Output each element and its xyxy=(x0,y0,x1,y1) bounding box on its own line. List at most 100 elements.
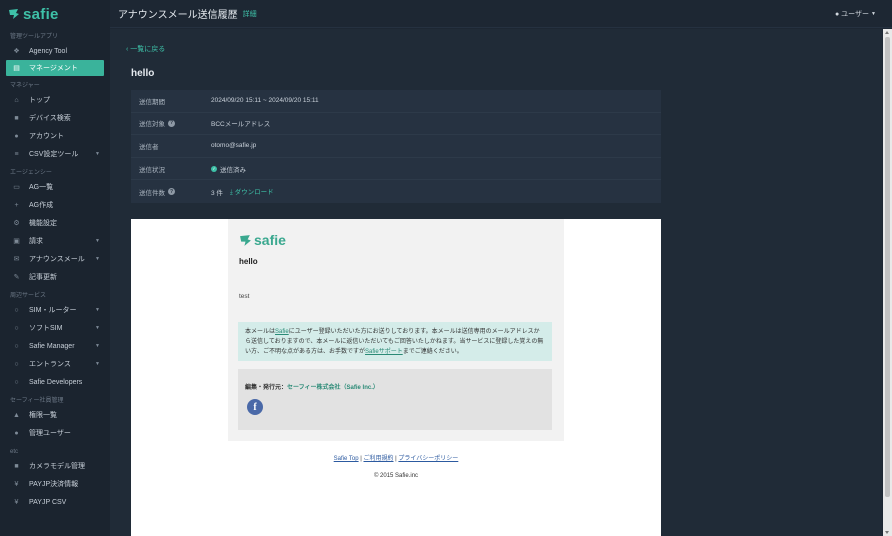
help-icon[interactable]: ? xyxy=(168,188,175,196)
edit-icon: ✎ xyxy=(13,274,20,281)
email-body-container: safie hello test 本メールはSafieにユーザー登録いただいた方… xyxy=(228,219,564,441)
sidebar-section-title: etc xyxy=(10,449,19,455)
sidebar-nav: 管理ツールアプリ ❖ Agency Tool ▤ マネージメント マネジャー ⌂ トップ ■ デバ… xyxy=(0,32,110,511)
circle-icon: ○ xyxy=(14,342,19,350)
sidebar-item-label: 記事更新 xyxy=(29,274,57,281)
back-link-label: 一覧に戻る xyxy=(130,46,166,53)
sidebar-item-label: ソフトSIM xyxy=(29,325,63,332)
sidebar-item[interactable]: ○ エントランス ▼ xyxy=(0,355,110,373)
grid-icon: ❖ xyxy=(13,48,20,55)
camera-icon: ■ xyxy=(14,462,19,470)
download-link[interactable]: ⤓ ダウンロード xyxy=(230,186,274,197)
mail-icon: ✉ xyxy=(13,256,20,263)
terms-link[interactable]: ご利用規約 xyxy=(364,456,394,462)
publisher-name: セーフィー株式会社（Safie Inc.） xyxy=(287,385,379,391)
sidebar-item[interactable]: ⌂ トップ xyxy=(0,91,110,109)
from-label: 送信者 xyxy=(139,143,159,151)
back-link[interactable]: ‹ 一覧に戻る xyxy=(126,44,165,54)
sidebar-item-label: カメラモデル管理 xyxy=(29,463,85,470)
sidebar-item-label: デバイス検索 xyxy=(29,115,71,122)
chevron-down-icon: ▼ xyxy=(95,256,100,262)
status-value: 送信済み xyxy=(220,166,246,174)
sidebar-item[interactable]: + AG作成 xyxy=(0,196,110,214)
sidebar-item[interactable]: ✉ アナウンスメール ▼ xyxy=(0,250,110,268)
sidebar-item-label: 権限一覧 xyxy=(29,412,57,419)
sidebar-item[interactable]: ○ ソフトSIM ▼ xyxy=(0,319,110,337)
sidebar-section-title: エージェンシー xyxy=(10,170,52,176)
sidebar-item-label: PAYJP決済情報 xyxy=(29,481,79,488)
scroll-down-arrow-icon[interactable] xyxy=(885,531,889,534)
info-table: 送信期間 2024/09/20 15:11 ~ 2024/09/20 15:11… xyxy=(131,90,661,203)
user-icon: ● xyxy=(14,429,19,437)
user-menu[interactable]: ● ユーザー ▼ xyxy=(835,9,876,19)
sidebar-item[interactable]: ¥ PAYJP決済情報 xyxy=(0,475,110,493)
download-icon: ⤓ xyxy=(229,189,233,197)
sidebar-item[interactable]: ¥ PAYJP CSV xyxy=(0,493,110,511)
sidebar-item-label: AG作成 xyxy=(29,202,54,209)
target-label: 送信対象 xyxy=(139,121,165,129)
yen-icon: ¥ xyxy=(14,480,19,488)
user-icon: ● xyxy=(14,132,19,140)
sidebar-item[interactable]: ▲ 権限一覧 xyxy=(0,406,110,424)
gears-icon: ⚙ xyxy=(13,220,20,227)
user-menu-label: ユーザー xyxy=(841,11,870,18)
sidebar-item-label: Safie Developers xyxy=(29,378,83,386)
scroll-thumb[interactable] xyxy=(885,37,890,497)
chevron-down-icon: ▼ xyxy=(95,343,100,349)
scroll-up-arrow-icon[interactable] xyxy=(885,31,889,34)
sidebar-item[interactable]: ■ カメラモデル管理 xyxy=(0,457,110,475)
facebook-icon[interactable]: f xyxy=(247,399,263,415)
page-title: アナウンスメール送信履歴 xyxy=(118,10,238,21)
sidebar-item[interactable]: ■ デバイス検索 xyxy=(0,109,110,127)
sidebar-item-label: アカウント xyxy=(29,133,64,140)
inbox-icon: ▭ xyxy=(13,184,20,191)
email-body-text: test xyxy=(239,293,250,300)
sidebar-item[interactable]: ● アカウント xyxy=(0,127,110,145)
email-preview: safie hello test 本メールはSafieにユーザー登録いただいた方… xyxy=(131,219,661,536)
chevron-down-icon: ▼ xyxy=(95,361,100,367)
info-row-from: 送信者 otomo@safie.jp xyxy=(131,135,661,158)
help-icon[interactable]: ? xyxy=(168,119,175,127)
sidebar-item[interactable]: ≡ CSV設定ツール ▼ xyxy=(0,145,110,163)
sidebar-item[interactable]: ○ SIM・ルーター ▼ xyxy=(0,301,110,319)
safie-support-link[interactable]: Safieサポート xyxy=(365,349,403,355)
top-header: アナウンスメール送信履歴 詳細 ● ユーザー ▼ xyxy=(110,0,892,28)
chevron-down-icon: ▼ xyxy=(95,238,100,244)
from-value: otomo@safie.jp xyxy=(211,142,257,150)
lock-icon: ▲ xyxy=(13,411,20,419)
sidebar-item-label: 機能設定 xyxy=(29,220,57,227)
sidebar-item[interactable]: ○ Safie Manager ▼ xyxy=(0,337,110,355)
info-row-status: 送信状況 ✓ 送信済み xyxy=(131,158,661,181)
safie-top-link[interactable]: Safie Top xyxy=(334,456,359,462)
app-logo[interactable]: safie xyxy=(0,0,110,28)
email-notice: 本メールはSafieにユーザー登録いただいた方にお送りしております。本メールは送… xyxy=(238,322,552,361)
plus-icon: + xyxy=(14,201,19,209)
check-circle-icon: ✓ xyxy=(211,165,217,172)
notice-text-1: 本メールは xyxy=(245,329,276,335)
count-label: 送信件数 xyxy=(139,189,165,197)
sidebar-item[interactable]: ● 管理ユーザー xyxy=(0,424,110,442)
list-icon: ≡ xyxy=(14,150,19,158)
page-scrollbar[interactable] xyxy=(883,29,892,536)
email-footer-links: Safie Top | ご利用規約 | プライバシーポリシー xyxy=(131,453,661,462)
sidebar-item[interactable]: ❖ Agency Tool xyxy=(0,42,110,60)
sidebar-item[interactable]: ▣ 請求 ▼ xyxy=(0,232,110,250)
sidebar-item-label: 管理ユーザー xyxy=(29,430,71,437)
sidebar-item-label: AG一覧 xyxy=(29,184,54,191)
privacy-link[interactable]: プライバシーポリシー xyxy=(398,456,458,462)
logo-text: safie xyxy=(23,5,59,23)
sidebar-item-label: PAYJP CSV xyxy=(29,498,67,506)
page-subtitle: 詳細 xyxy=(242,10,257,18)
sidebar-item[interactable]: ✎ 記事更新 xyxy=(0,268,110,286)
count-value: 3 件 xyxy=(211,189,223,197)
sidebar-section-title: 管理ツールアプリ xyxy=(10,34,59,40)
sidebar-item[interactable]: ▭ AG一覧 xyxy=(0,178,110,196)
sidebar-item[interactable]: ○ Safie Developers xyxy=(0,373,110,391)
sidebar-item[interactable]: ⚙ 機能設定 xyxy=(0,214,110,232)
publisher-block: 編集・発行元：セーフィー株式会社（Safie Inc.） f xyxy=(238,369,552,430)
announcement-heading: hello xyxy=(131,68,155,79)
safie-link[interactable]: Safie xyxy=(275,329,289,335)
chevron-down-icon: ▼ xyxy=(95,151,100,157)
sidebar-item[interactable]: ▤ マネージメント xyxy=(6,60,104,76)
sidebar-item-label: CSV設定ツール xyxy=(29,151,79,158)
